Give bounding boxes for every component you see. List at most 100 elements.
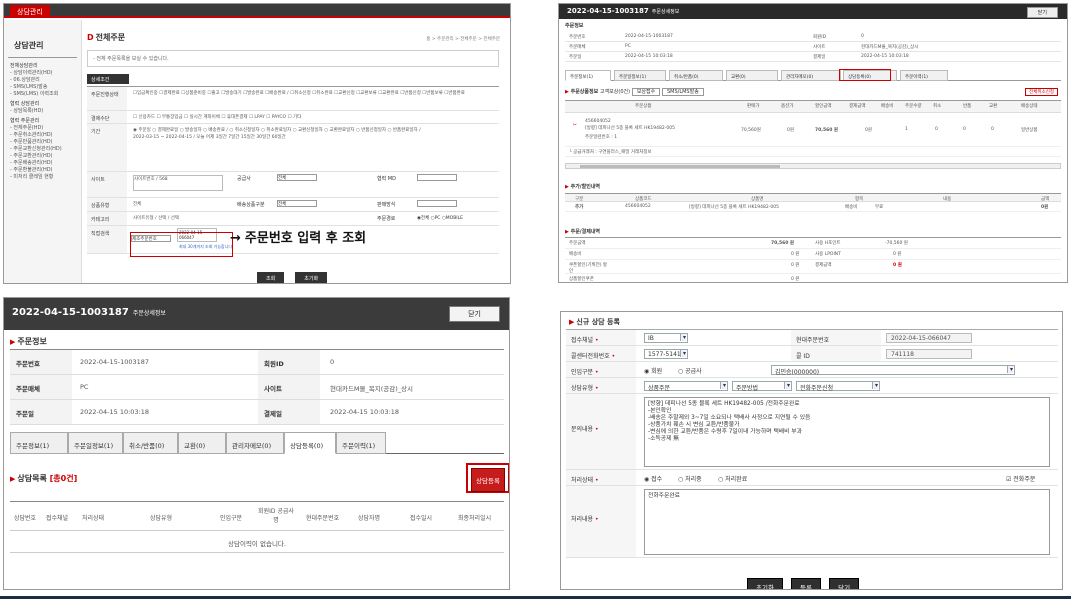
order-detail-panel-small: 2022-04-15-1003187 주문상세정보 닫기 주문정보 주문번호 202…: [558, 3, 1068, 283]
form-row-status: 주문진행상태 ☐입금확인중 ☐결제완료 ☐상품준비중 ☐출고 ☐발송대기 ☐발송완…: [87, 87, 499, 111]
goods-type-select[interactable]: 전체: [133, 201, 141, 208]
order-path-radios[interactable]: ◉전체 ○PC ○MOBILE: [417, 215, 463, 221]
tab-order-info[interactable]: 주문정보(1): [10, 432, 68, 454]
sidebar-item[interactable]: - 주문환불관리(HD): [10, 167, 75, 174]
phone-select[interactable]: 1577-5141: [644, 349, 688, 359]
order-detail-panel-large: 2022-04-15-1003187 주문상세정보 닫기 ▶ 주문정보 주문번호 20…: [3, 297, 510, 590]
register-highlight-box: 상담등록: [466, 463, 509, 493]
register-button[interactable]: 등록: [791, 578, 822, 589]
payment-checkboxes[interactable]: ☐ 신용카드 ☐ 무통장입금 ☐ 실시간 계좌이체 ☐ 휴대폰결제 ☐ LPAY…: [133, 114, 493, 121]
empty-message: 상담이력이 없습니다.: [10, 531, 504, 553]
reset-button[interactable]: 초기화: [747, 578, 783, 589]
reset-button[interactable]: 초기화: [295, 272, 328, 283]
member-radio[interactable]: ◉ 회원: [644, 366, 662, 375]
sidebar-item[interactable]: 전체상담관리: [10, 63, 75, 70]
phone-order-checkbox[interactable]: ☑ 전화주문: [1006, 474, 1035, 483]
breadcrumb: 홈 > 주문관리 > 전체주문 > 전체주문: [426, 37, 500, 42]
search-highlight-box: [130, 232, 233, 257]
sidebar-item[interactable]: - SMS(LMS) 이력조회: [10, 91, 75, 98]
tab-order-date[interactable]: 주문일정보(1): [614, 70, 666, 81]
row-type: 상담유형 • 상품주문 주문방법 전화주문신청: [566, 378, 1058, 394]
consult-form: 접수채널 • IB 현대주문번호 2022-04-15-066047 콜센터전화…: [566, 329, 1058, 558]
sidebar-item[interactable]: - 상담목록(HD): [10, 108, 75, 115]
sidebar-title: 상담관리: [8, 20, 77, 58]
sidebar-menu: 전체상담관리 - 상담이력관리(HD) - 06.상담관리 - SMS(LMS)발송 -…: [4, 58, 81, 183]
supplier-label: 공급사: [237, 176, 251, 182]
member-select[interactable]: 김민승(000000): [771, 365, 1015, 376]
sidebar-item[interactable]: - 주문교환관리(HD): [10, 153, 75, 160]
close-button[interactable]: 닫기: [1026, 7, 1058, 18]
consult-register-button[interactable]: 상담등록: [471, 468, 505, 492]
call-id-field[interactable]: 741118: [886, 349, 972, 359]
row-inflow: 인입구분 • ◉ 회원 ○ 공급사 김민승(000000): [566, 362, 1058, 378]
order-info-table: 주문번호 2022-04-15-1003187 회원ID 0 주문매체 PC 사이트 현대카…: [565, 32, 1061, 62]
tab-order-info[interactable]: 주문정보(1): [565, 70, 611, 81]
form-row-category: 카테고리 사이트유형 / 선택 / 선택 주문경로 ◉전체 ○PC ○MOBILE: [87, 212, 499, 226]
horizontal-scrollbar[interactable]: [565, 163, 1061, 169]
sidebar-item[interactable]: - 주문반품관리(HD): [10, 139, 75, 146]
md-label: 협력 MD: [377, 176, 396, 182]
channel-select[interactable]: IB: [644, 333, 688, 343]
sidebar: 상담관리 전체상담관리 - 상담이력관리(HD) - 06.상담관리 - SMS(LM…: [4, 20, 82, 283]
search-button[interactable]: 조회: [257, 272, 285, 283]
tab-order-history[interactable]: 주문이력(1): [336, 432, 386, 454]
category-selects[interactable]: 사이트유형 / 선택 / 선택: [133, 215, 179, 222]
type2-select[interactable]: 주문방법: [732, 381, 792, 392]
tab-exchange[interactable]: 교환(0): [178, 432, 226, 454]
tab-consult-register[interactable]: 상담등록(0): [284, 432, 336, 454]
supplier-select[interactable]: 전체: [277, 174, 317, 181]
order-info-table: 주문번호 2022-04-15-1003187 회원ID 0 주문매체 PC 사이트 현대카…: [10, 349, 504, 425]
search-buttons: 조회 초기화: [257, 265, 333, 283]
tab-order-history[interactable]: 주문이력(1): [900, 70, 948, 81]
tab-consult[interactable]: 상담관리: [10, 5, 50, 18]
sidebar-item[interactable]: - 주문교환신청관리(HD): [10, 146, 75, 153]
type1-select[interactable]: 상품주문: [644, 381, 728, 392]
tab-admin-memo[interactable]: 관리자메모(0): [781, 70, 841, 81]
form-row-site: 사이트 사이트번호 / 568 공급사 전체 협력 MD: [87, 172, 499, 198]
form-row-period: 기간 ◉ 주문일 ○ 결제완료일 ○ 발송일자 ○ 배송완료 / ○ 취소신청일자…: [87, 124, 499, 172]
status-done-radio[interactable]: ○ 처리완료: [718, 474, 747, 483]
row-inquiry: 문의내용 • [방향] 데피나선 5종 블록 세트 HK19482-005 /전…: [566, 394, 1058, 470]
type3-select[interactable]: 전화주문신청: [796, 381, 880, 392]
sidebar-item[interactable]: - 상담이력관리(HD): [10, 70, 75, 77]
order-number-field[interactable]: 2022-04-15-066047: [886, 333, 972, 343]
cancel-all-button[interactable]: 전체취소신청: [1025, 88, 1058, 96]
sidebar-item[interactable]: - 주문취소관리(HD): [10, 132, 75, 139]
md-input[interactable]: [417, 174, 457, 181]
sidebar-item[interactable]: - 06.상담관리: [10, 77, 75, 84]
tab-highlight-box: [839, 69, 891, 81]
status-checkboxes[interactable]: ☐입금확인중 ☐결제완료 ☐상품준비중 ☐출고 ☐발송대기 ☐발송완료 ☐배송완…: [133, 90, 493, 97]
sidebar-item[interactable]: 협력 상담관리: [10, 101, 75, 108]
close-button[interactable]: 닫기: [829, 578, 860, 589]
add-discount-table: 구분 상품코드 상품명 항목 내용 금액 추가 456604052 [방향] 데피나선 5종 …: [565, 193, 1061, 212]
close-button[interactable]: 닫기: [449, 306, 500, 322]
tab-admin-memo[interactable]: 관리자메모(0): [226, 432, 284, 454]
sidebar-item[interactable]: - 전체주문(HD): [10, 125, 75, 132]
site-select[interactable]: 사이트번호 / 568: [133, 175, 223, 191]
new-consult-panel: ▶신규 상담 등록 접수채널 • IB 현대주문번호 2022-04-15-06…: [560, 311, 1063, 590]
supplier-radio[interactable]: ○ 공급사: [678, 366, 702, 375]
status-received-radio[interactable]: ◉ 접수: [644, 474, 662, 483]
notice-box: - 전체 주문목록을 보실 수 있습니다.: [87, 50, 499, 67]
form-row-goods-type: 상품유형 전체 배송상품구분 전체 판매방식: [87, 198, 499, 212]
compensation-button[interactable]: 보상접수: [631, 88, 661, 96]
tab-order-date[interactable]: 주문일정보(1): [68, 432, 123, 454]
delivery-type-select[interactable]: 전체: [277, 200, 317, 207]
sidebar-item[interactable]: - SMS(LMS)발송: [10, 84, 75, 91]
sidebar-item[interactable]: - 미처리 클레임 현황: [10, 174, 75, 181]
tab-cancel-return[interactable]: 취소/반품(0): [669, 70, 723, 81]
tab-exchange[interactable]: 교환(0): [726, 70, 778, 81]
sms-button[interactable]: SMS/LMS발송: [661, 88, 704, 96]
inquiry-textarea[interactable]: [방향] 데피나선 5종 블록 세트 HK19482-005 /전화주문완료 -…: [644, 397, 1050, 467]
order-info-title: ▶ 주문정보: [10, 337, 47, 346]
sidebar-item[interactable]: 협력 주문관리: [10, 118, 75, 125]
option-tab[interactable]: 상세조건: [87, 74, 129, 84]
tab-cancel-return[interactable]: 취소/반품(0): [123, 432, 178, 454]
sale-type-select[interactable]: [417, 200, 457, 207]
form-row-payment: 결제수단 ☐ 신용카드 ☐ 무통장입금 ☐ 실시간 계좌이체 ☐ 휴대폰결제 ☐ …: [87, 111, 499, 124]
row-label: 기간: [87, 124, 127, 171]
process-textarea[interactable]: 전화주문완료: [644, 489, 1050, 555]
status-processing-radio[interactable]: ○ 처리중: [678, 474, 702, 483]
sidebar-item[interactable]: - 주문배송관리(HD): [10, 160, 75, 167]
period-options[interactable]: ◉ 주문일 ○ 결제완료일 ○ 발송일자 ○ 배송완료 / ○ 취소신청일자 ○…: [133, 127, 433, 141]
